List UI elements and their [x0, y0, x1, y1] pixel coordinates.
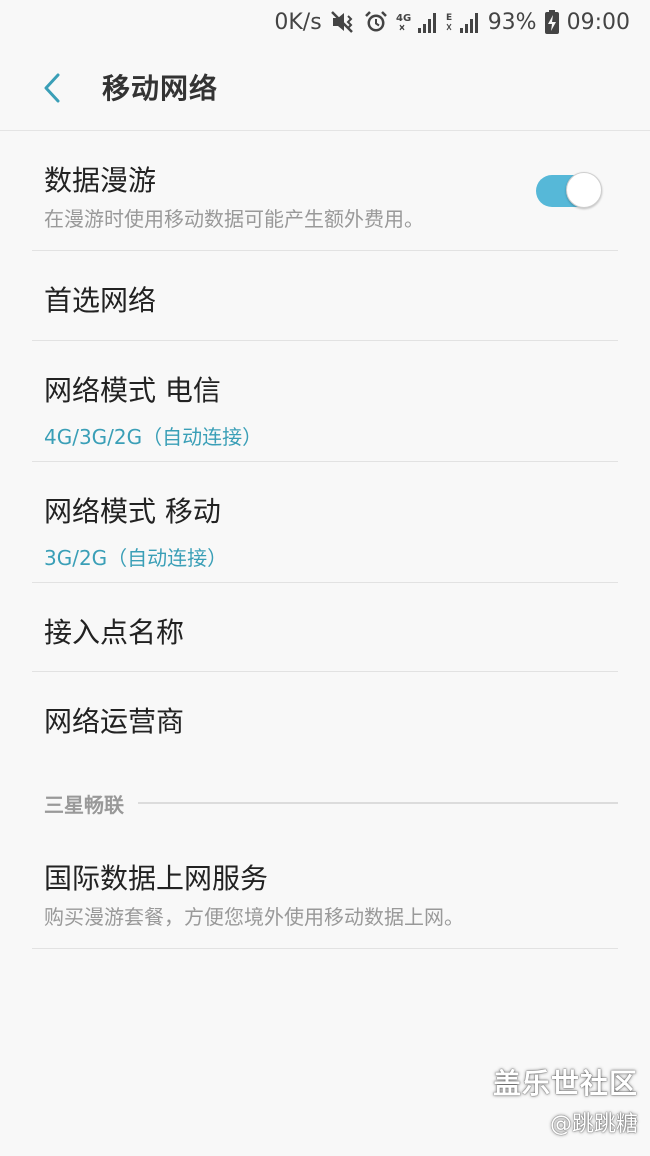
network-mode-telecom-title: 网络模式 电信	[44, 374, 221, 407]
apn-item[interactable]: 接入点名称	[32, 583, 618, 672]
preferred-network-item[interactable]: 首选网络	[32, 251, 618, 341]
section-divider	[138, 802, 618, 804]
watermark-main: 盖乐世社区	[492, 1067, 638, 1100]
section-header-samsung: 三星畅联	[44, 771, 618, 835]
section-header-label: 三星畅联	[44, 792, 124, 817]
signal-4g-icon: 4G	[396, 10, 438, 34]
data-roaming-toggle[interactable]	[536, 171, 602, 209]
network-mode-telecom-value: 4G/3G/2G（自动连接）	[44, 425, 263, 449]
network-mode-telecom-item[interactable]: 网络模式 电信 4G/3G/2G（自动连接）	[32, 341, 618, 462]
app-bar: 移动网络	[0, 44, 650, 131]
network-operator-item[interactable]: 网络运营商	[32, 672, 618, 762]
apn-title: 接入点名称	[44, 616, 185, 649]
intl-data-item[interactable]: 国际数据上网服务 购买漫游套餐，方便您境外使用移动数据上网。	[32, 835, 618, 949]
network-mode-mobile-title: 网络模式 移动	[44, 495, 221, 528]
signal-e-icon: E	[446, 10, 480, 34]
data-roaming-title: 数据漫游	[44, 164, 157, 197]
watermark-sub: @跳跳糖	[549, 1112, 638, 1137]
page-title: 移动网络	[102, 72, 219, 105]
network-speed: 0K/s	[274, 9, 322, 35]
intl-data-subtitle: 购买漫游套餐，方便您境外使用移动数据上网。	[44, 905, 464, 929]
network-operator-title: 网络运营商	[44, 705, 185, 738]
battery-charging-icon	[544, 10, 559, 34]
preferred-network-title: 首选网络	[44, 284, 157, 317]
alarm-icon	[364, 10, 388, 34]
data-roaming-item[interactable]: 数据漫游 在漫游时使用移动数据可能产生额外费用。	[32, 131, 618, 251]
intl-data-title: 国际数据上网服务	[44, 862, 269, 895]
toggle-knob	[566, 172, 602, 208]
back-button[interactable]	[32, 68, 72, 108]
status-bar: 0K/s 4G E 93% 09:00	[0, 0, 650, 44]
network-1-label: 4G	[396, 13, 411, 24]
battery-percent: 93%	[487, 9, 537, 35]
network-mode-mobile-item[interactable]: 网络模式 移动 3G/2G（自动连接）	[32, 462, 618, 583]
data-roaming-subtitle: 在漫游时使用移动数据可能产生额外费用。	[44, 207, 424, 231]
mute-vibrate-icon	[330, 10, 356, 34]
network-mode-mobile-value: 3G/2G（自动连接）	[44, 546, 228, 570]
settings-list: 数据漫游 在漫游时使用移动数据可能产生额外费用。 首选网络 网络模式 电信 4G…	[0, 131, 650, 762]
chevron-left-icon	[44, 73, 60, 103]
clock: 09:00	[566, 9, 630, 35]
network-2-label: E	[446, 13, 452, 23]
